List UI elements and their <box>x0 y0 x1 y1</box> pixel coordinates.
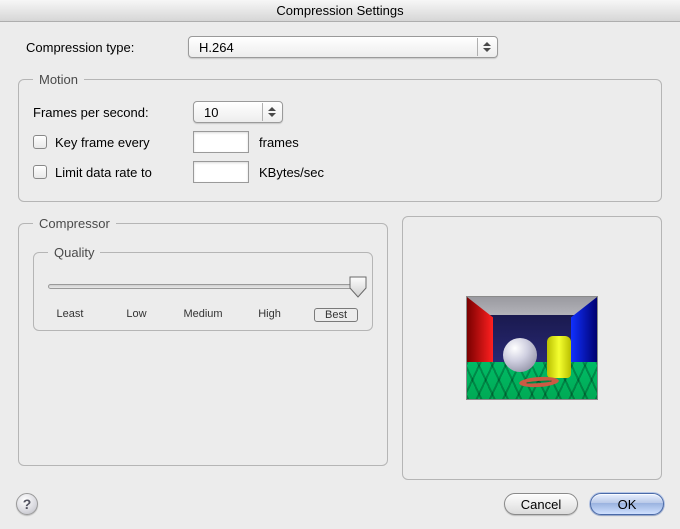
keyframe-label: Key frame every <box>55 135 193 150</box>
help-button[interactable]: ? <box>16 493 38 515</box>
keyframe-unit: frames <box>259 135 299 150</box>
quality-ticks: Least Low Medium High Best <box>48 308 358 322</box>
compression-type-label: Compression type: <box>18 40 188 55</box>
tick-medium: Medium <box>181 308 225 322</box>
tick-low: Low <box>115 308 159 322</box>
ok-button[interactable]: OK <box>590 493 664 515</box>
fps-select[interactable]: 10 <box>193 101 283 123</box>
quality-legend: Quality <box>48 245 100 260</box>
preview-image <box>466 296 598 400</box>
fps-label: Frames per second: <box>33 105 193 120</box>
window-titlebar: Compression Settings <box>0 0 680 22</box>
slider-track <box>48 284 358 289</box>
chevron-updown-icon <box>477 38 495 56</box>
compression-type-value: H.264 <box>199 40 471 55</box>
compression-type-select[interactable]: H.264 <box>188 36 498 58</box>
tick-least: Least <box>48 308 92 322</box>
motion-legend: Motion <box>33 72 84 87</box>
keyframe-field[interactable] <box>193 131 249 153</box>
question-icon: ? <box>23 496 32 512</box>
chevron-updown-icon <box>262 103 280 121</box>
datarate-checkbox[interactable] <box>33 165 47 179</box>
datarate-label: Limit data rate to <box>55 165 193 180</box>
fps-value: 10 <box>204 105 256 120</box>
window-title: Compression Settings <box>276 3 403 18</box>
slider-thumb-icon[interactable] <box>349 276 367 298</box>
datarate-field[interactable] <box>193 161 249 183</box>
tick-high: High <box>248 308 292 322</box>
motion-group: Motion Frames per second: 10 Key frame e… <box>18 72 662 202</box>
compressor-group: Compressor Quality Least <box>18 216 388 466</box>
preview-panel <box>402 216 662 480</box>
tick-best: Best <box>314 308 358 322</box>
keyframe-checkbox[interactable] <box>33 135 47 149</box>
cancel-button[interactable]: Cancel <box>504 493 578 515</box>
quality-slider[interactable] <box>48 274 358 306</box>
quality-group: Quality Least Low Medi <box>33 245 373 331</box>
compressor-legend: Compressor <box>33 216 116 231</box>
datarate-unit: KBytes/sec <box>259 165 324 180</box>
